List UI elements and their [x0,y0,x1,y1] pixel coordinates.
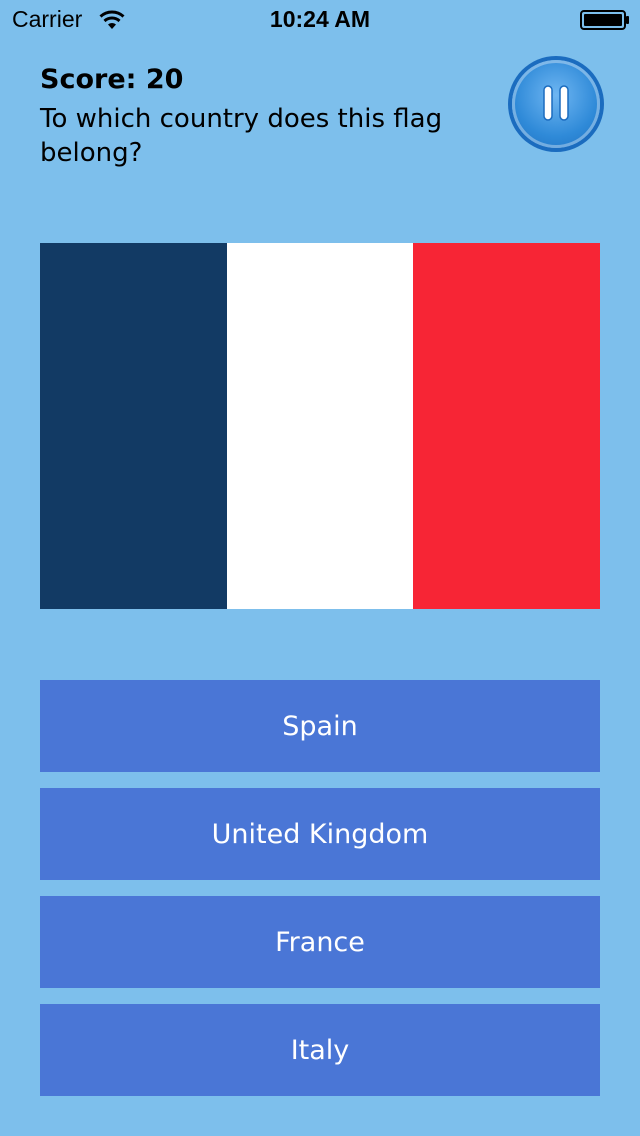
status-bar: Carrier 10:24 AM [0,0,640,40]
answer-label: Spain [282,710,358,742]
flag-stripe-left [40,243,227,609]
answer-label: Italy [290,1034,350,1066]
score-label: Score: 20 [40,64,184,95]
answer-button-france[interactable]: France [40,896,600,988]
question-text: To which country does this flag belong? [40,104,443,168]
answer-button-united-kingdom[interactable]: United Kingdom [40,788,600,880]
battery-icon [580,10,629,30]
answer-label: France [275,926,365,958]
flag-image [40,243,601,609]
answer-button-italy[interactable]: Italy [40,1004,600,1096]
pause-button[interactable] [512,60,600,148]
pause-icon [543,85,569,121]
flag-stripe-middle [226,243,414,609]
answer-label: United Kingdom [211,818,429,850]
flag-stripe-right [413,243,601,609]
status-time: 10:24 AM [269,6,371,32]
answer-button-spain[interactable]: Spain [40,680,600,772]
